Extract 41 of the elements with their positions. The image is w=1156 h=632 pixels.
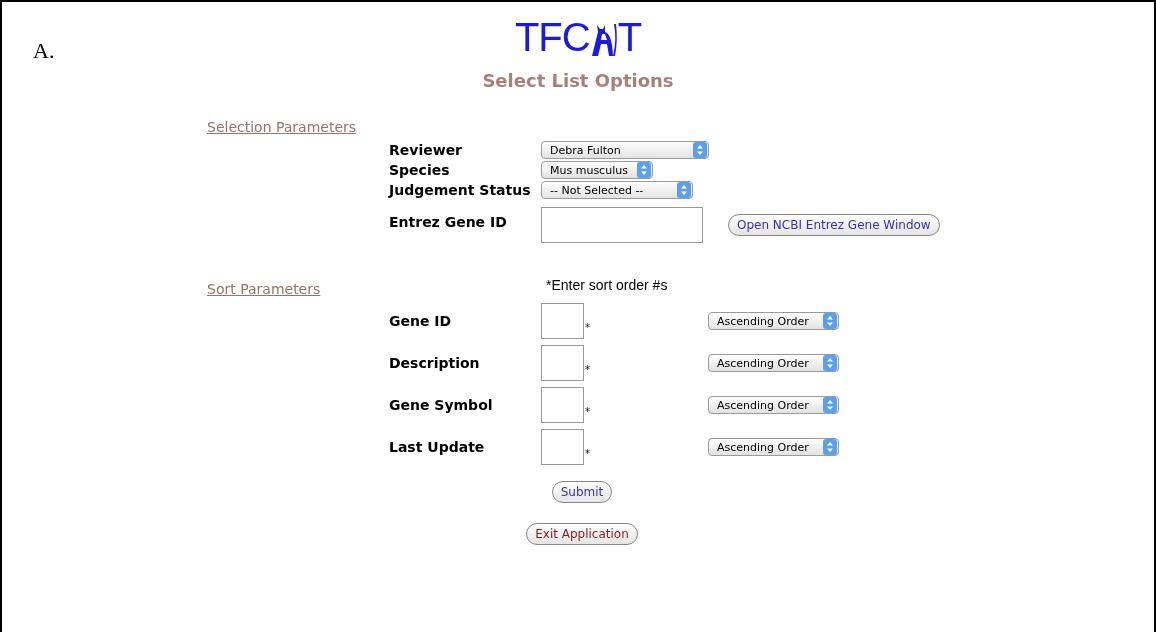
asterisk: * (585, 365, 590, 375)
field-label: Gene ID (389, 313, 452, 329)
stepper-icon (637, 162, 651, 178)
asterisk: * (585, 449, 590, 459)
logo-text: T (617, 18, 642, 56)
asterisk: * (585, 323, 590, 333)
field-label: Gene Symbol (389, 397, 493, 413)
field-label: Entrez Gene ID (389, 214, 507, 230)
section-link[interactable]: Sort Parameters (207, 281, 321, 297)
sort-order-field[interactable] (541, 387, 584, 423)
dropdown[interactable]: Ascending Order (708, 396, 839, 414)
figure-label: A. (32, 37, 55, 64)
sort-order-field[interactable] (541, 345, 584, 381)
stepper-icon (693, 142, 707, 158)
stepper-icon (823, 439, 837, 455)
field-label: Last Update (389, 439, 485, 455)
sort-order-field[interactable] (541, 429, 584, 465)
field-label: Description (389, 355, 480, 371)
exit-button[interactable]: Exit Application (526, 523, 638, 545)
open-window-button[interactable]: Open NCBI Entrez Gene Window (728, 214, 940, 236)
stepper-icon (823, 355, 837, 371)
dropdown[interactable]: Ascending Order (708, 354, 839, 372)
dropdown[interactable]: Ascending Order (708, 312, 839, 330)
asterisk: * (585, 407, 590, 417)
sort-order-field[interactable] (541, 303, 584, 339)
stepper-icon (677, 182, 691, 198)
text-field[interactable] (541, 207, 703, 243)
page-title: Select List Options (482, 70, 674, 91)
field-label: Judgement Status (389, 182, 531, 198)
logo-text: TFC (514, 18, 590, 56)
field-label: Species (389, 162, 450, 178)
section-link[interactable]: Selection Parameters (207, 119, 357, 135)
stepper-icon (823, 397, 837, 413)
field-label: Reviewer (389, 142, 463, 158)
stepper-icon (823, 313, 837, 329)
dropdown[interactable]: Debra Fulton (541, 141, 709, 159)
dropdown[interactable]: Ascending Order (708, 438, 839, 456)
dropdown[interactable]: Mus musculus (541, 161, 653, 179)
dropdown[interactable]: -- Not Selected -- (541, 181, 693, 199)
instruction-text: *Enter sort order #s (545, 277, 668, 293)
submit-button[interactable]: Submit (551, 481, 613, 503)
